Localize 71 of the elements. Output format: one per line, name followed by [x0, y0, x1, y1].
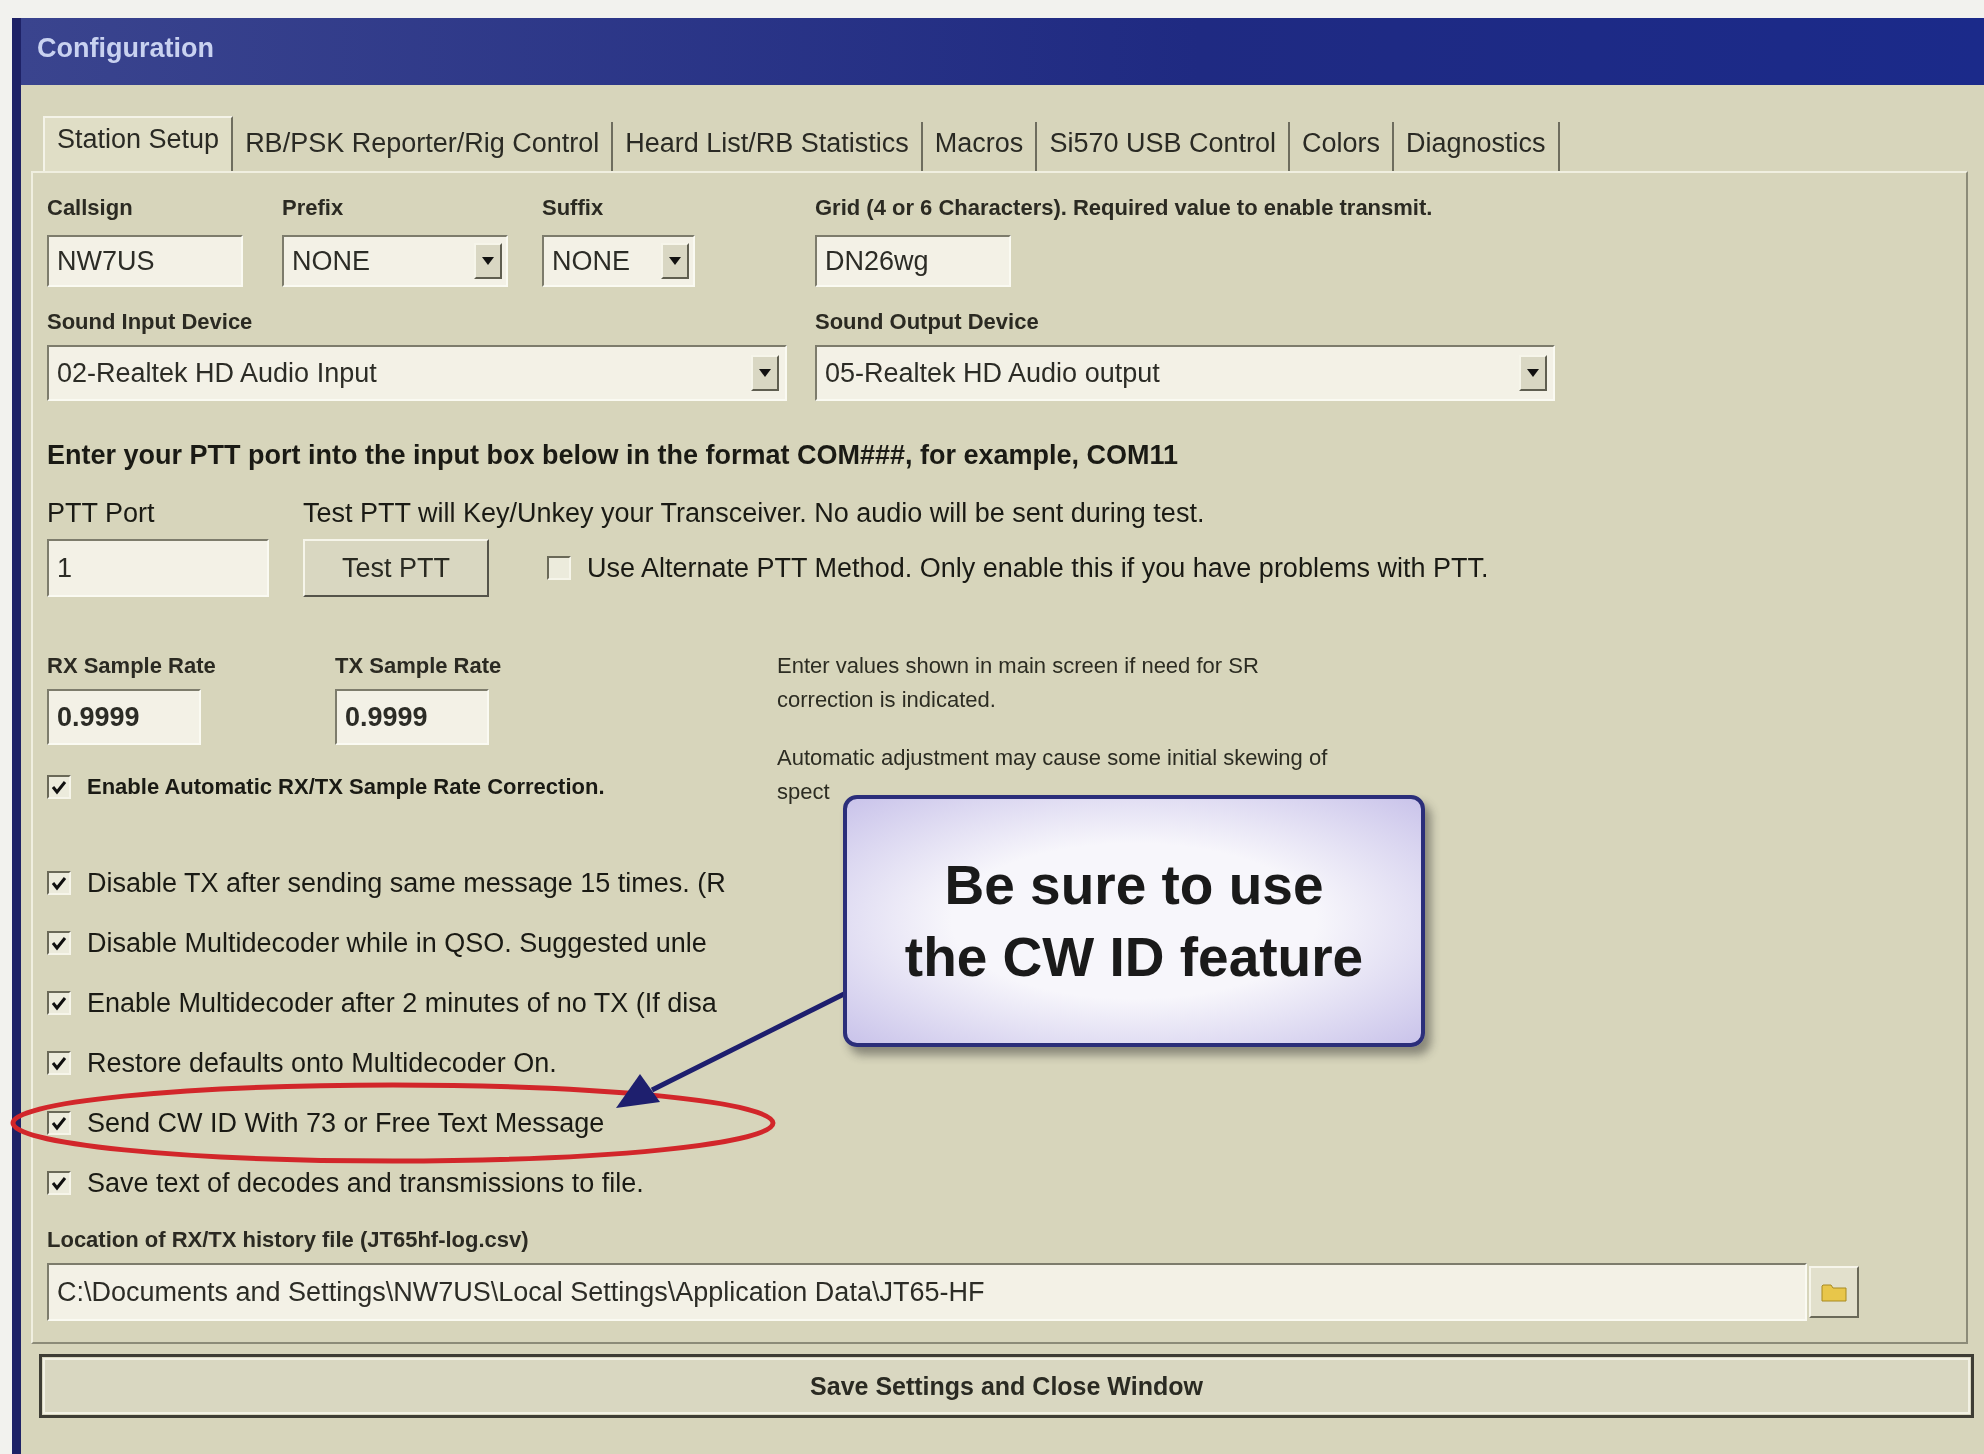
- checkbox-label: Restore defaults onto Multidecoder On.: [87, 1047, 557, 1079]
- checkmark-icon: [50, 1054, 68, 1072]
- field-label: Sound Output Device: [815, 308, 1039, 336]
- checkbox-label: Enable Multidecoder after 2 minutes of no TX (If disa: [87, 987, 717, 1019]
- checkbox-label: Use Alternate PTT Method. Only enable this if you have problems with PTT.: [587, 552, 1489, 584]
- checkbox[interactable]: [47, 775, 71, 799]
- tab[interactable]: Macros: [922, 122, 1038, 171]
- field-value: NONE: [292, 245, 370, 277]
- tab[interactable]: Si570 USB Control: [1037, 122, 1290, 171]
- checkbox-label: Enable Automatic RX/TX Sample Rate Correction.: [87, 774, 605, 800]
- checkbox-label: Send CW ID With 73 or Free Text Message: [87, 1107, 605, 1139]
- checkbox[interactable]: [47, 931, 71, 955]
- field-label: Callsign: [47, 194, 133, 222]
- dropdown-field[interactable]: NONE: [282, 235, 508, 287]
- field-value: 05-Realtek HD Audio output: [825, 357, 1160, 389]
- instruction-text: Enter your PTT port into the input box below in the format COM###, for example, COM11: [47, 439, 1180, 472]
- dropdown-button[interactable]: [1519, 355, 1547, 391]
- caret-icon: [758, 368, 772, 378]
- callout: Be sure to use the CW ID feature: [843, 795, 1425, 1047]
- checkbox-label: Disable TX after sending same message 15 times. (R: [87, 867, 726, 899]
- tab[interactable]: Colors: [1290, 122, 1395, 171]
- checkmark-icon: [50, 778, 68, 796]
- checkmark-icon: [50, 994, 68, 1012]
- browse-button[interactable]: [1809, 1266, 1859, 1318]
- dropdown-field[interactable]: 02-Realtek HD Audio Input: [47, 345, 787, 401]
- input-field[interactable]: NW7US: [47, 235, 243, 287]
- caret-icon: [481, 256, 495, 266]
- dropdown-button[interactable]: [474, 243, 502, 279]
- tab[interactable]: Heard List/RB Statistics: [613, 122, 923, 171]
- folder-icon: [1821, 1282, 1847, 1302]
- caret-icon: [1526, 368, 1540, 378]
- checkbox-label: Disable Multidecoder while in QSO. Suggested unle: [87, 927, 707, 959]
- dropdown-button[interactable]: [751, 355, 779, 391]
- checkmark-icon: [50, 934, 68, 952]
- field-label: PTT Port: [47, 497, 156, 530]
- checkmark-icon: [50, 1114, 68, 1132]
- field-label: Grid (4 or 6 Characters). Required value to enable transmit.: [815, 194, 1433, 222]
- checkbox[interactable]: [47, 871, 71, 895]
- dropdown-button[interactable]: [661, 243, 689, 279]
- tab[interactable]: Diagnostics: [1394, 122, 1560, 171]
- checkbox[interactable]: [47, 1051, 71, 1075]
- checkbox[interactable]: [47, 991, 71, 1015]
- checkbox[interactable]: [47, 1171, 71, 1195]
- checkbox-label: Save text of decodes and transmissions to file.: [87, 1167, 644, 1199]
- test-ptt-button[interactable]: Test PTT: [303, 539, 489, 597]
- field-label: Prefix: [282, 194, 344, 222]
- field-label: TX Sample Rate: [335, 652, 502, 680]
- field-value: NONE: [552, 245, 630, 277]
- field-value: 02-Realtek HD Audio Input: [57, 357, 377, 389]
- note-text: Enter values shown in main screen if need for SR correction is indicated.: [777, 652, 1260, 714]
- input-field[interactable]: DN26wg: [815, 235, 1011, 287]
- field-label: RX Sample Rate: [47, 652, 216, 680]
- caret-icon: [668, 256, 682, 266]
- window-title: Configuration: [21, 18, 1984, 85]
- tab[interactable]: Station Setup: [43, 116, 234, 171]
- dropdown-field[interactable]: 05-Realtek HD Audio output: [815, 345, 1555, 401]
- checkbox[interactable]: [47, 1111, 71, 1135]
- input-field[interactable]: C:\Documents and Settings\NW7US\Local Settings\Application Data\JT65-HF: [47, 1263, 1807, 1321]
- input-field[interactable]: 0.9999: [335, 689, 489, 745]
- checkbox[interactable]: [547, 556, 571, 580]
- field-label: Sound Input Device: [47, 308, 253, 336]
- input-field[interactable]: 1: [47, 539, 269, 597]
- checkmark-icon: [50, 1174, 68, 1192]
- dropdown-field[interactable]: NONE: [542, 235, 695, 287]
- input-field[interactable]: 0.9999: [47, 689, 201, 745]
- field-label: Location of RX/TX history file (JT65hf-log.csv): [47, 1226, 530, 1254]
- field-label: Suffix: [542, 194, 604, 222]
- save-button[interactable]: Save Settings and Close Window: [39, 1354, 1974, 1418]
- tab[interactable]: RB/PSK Reporter/Rig Control: [233, 122, 614, 171]
- note-text: Test PTT will Key/Unkey your Transceiver. No audio will be sent during test.: [303, 497, 1205, 530]
- checkmark-icon: [50, 874, 68, 892]
